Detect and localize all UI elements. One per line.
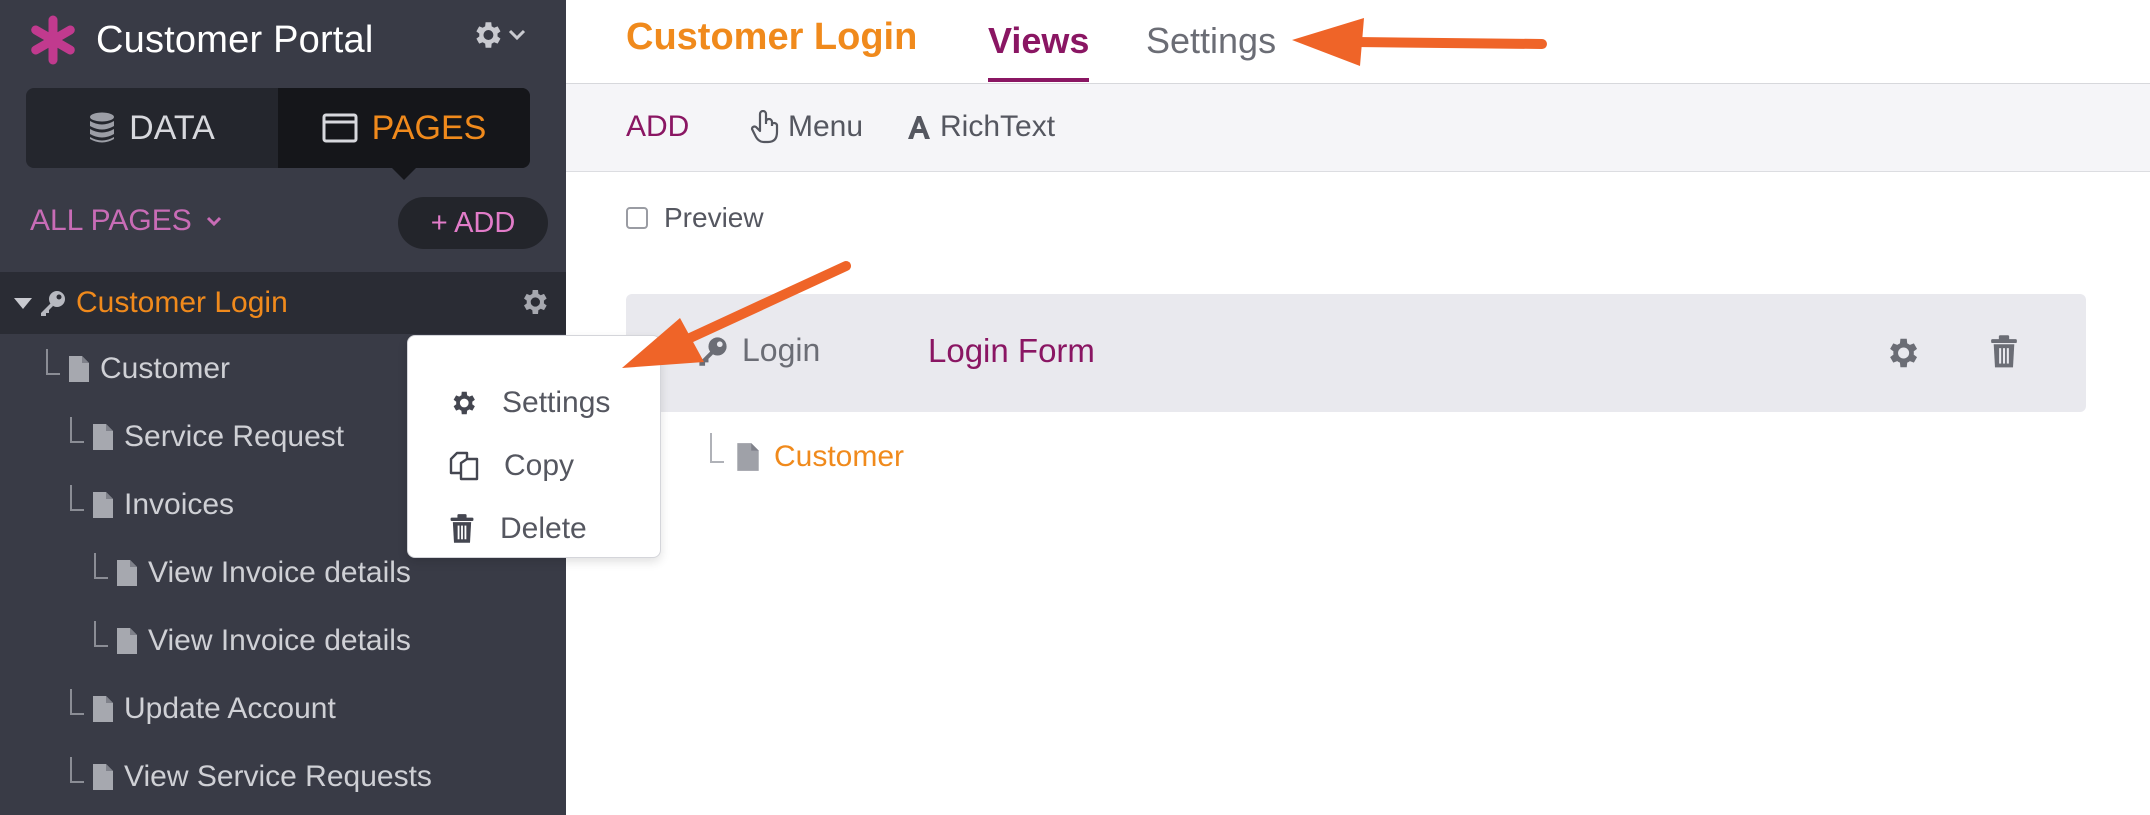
tree-item-label: Invoices	[124, 488, 235, 521]
chevron-down-icon	[508, 29, 526, 41]
tree-connector	[70, 689, 84, 715]
tree-item-label: Service Request	[124, 420, 345, 453]
view-type: Login	[696, 332, 820, 369]
font-a-icon	[908, 116, 930, 139]
tab-views[interactable]: Views	[988, 20, 1090, 82]
context-menu-label: Copy	[504, 449, 575, 482]
add-toolbar: ADD Menu RichText	[566, 84, 2150, 172]
database-icon	[90, 112, 115, 143]
tab-settings[interactable]: Settings	[1146, 20, 1276, 82]
data-tab[interactable]: DATA	[26, 88, 278, 168]
tree-item-view-invoice-details[interactable]: View Invoice details	[0, 610, 411, 672]
add-view-button[interactable]: ADD	[626, 110, 689, 144]
key-icon	[699, 336, 727, 366]
gear-icon	[476, 22, 501, 48]
tree-item-update-account[interactable]: Update Account	[0, 678, 336, 740]
preview-checkbox[interactable]: Preview	[626, 202, 764, 234]
tree-item-customer-login[interactable]: Customer Login	[0, 272, 566, 334]
preview-label: Preview	[664, 202, 764, 233]
data-pages-toggle: DATA PAGES	[26, 88, 530, 180]
app-title: Customer Portal	[96, 18, 374, 61]
pointer-hand-icon	[750, 110, 779, 144]
tree-item-view-service-requests[interactable]: View Service Requests	[0, 746, 432, 808]
tree-item-label: Update Account	[124, 692, 336, 725]
app-settings-menu[interactable]	[470, 18, 526, 52]
add-label: ADD	[626, 110, 690, 143]
page-context-menu: Settings Copy Delete	[407, 335, 661, 558]
checkbox[interactable]	[626, 207, 648, 229]
file-icon	[737, 443, 759, 471]
tree-item-label: View Invoice details	[148, 624, 411, 657]
add-menu-button[interactable]: Menu	[750, 110, 863, 144]
add-page-button[interactable]: + ADD	[398, 197, 548, 249]
context-menu-delete[interactable]: Delete	[448, 509, 587, 549]
view-name[interactable]: Login Form	[928, 332, 1095, 370]
data-tab-label: DATA	[129, 108, 215, 147]
key-icon	[41, 291, 65, 316]
gear-icon[interactable]	[518, 286, 550, 318]
trash-icon[interactable]	[1988, 334, 2020, 370]
child-page-label: Customer	[774, 440, 905, 473]
file-icon	[93, 696, 113, 722]
gear-icon[interactable]	[1883, 334, 1921, 372]
tree-item-service-request[interactable]: Service Request	[0, 406, 344, 468]
tree-item-view-invoice-details[interactable]: View Invoice details	[0, 542, 411, 604]
child-page-customer[interactable]: Customer	[710, 433, 905, 474]
tree-connector	[94, 553, 108, 579]
page-title: Customer Login	[626, 16, 918, 58]
pages-tab-label: PAGES	[371, 108, 487, 147]
asterisk-logo-icon	[31, 15, 75, 65]
view-type-label: Login	[742, 332, 821, 368]
richtext-label: RichText	[940, 110, 1056, 143]
tree-item-customer[interactable]: Customer	[0, 338, 230, 400]
context-menu-label: Settings	[502, 386, 611, 419]
tree-item-label: View Service Requests	[124, 760, 432, 793]
tree-connector	[46, 349, 60, 375]
window-icon	[322, 113, 358, 143]
file-icon	[117, 560, 137, 586]
tree-connector	[70, 417, 84, 443]
file-icon	[93, 764, 113, 790]
file-icon	[93, 424, 113, 450]
file-icon	[117, 628, 137, 654]
tree-connector	[70, 485, 84, 511]
tree-item-invoices[interactable]: Invoices	[0, 474, 234, 536]
context-menu-copy[interactable]: Copy	[448, 446, 574, 486]
chevron-down-icon	[206, 216, 221, 226]
context-menu-settings[interactable]: Settings	[448, 383, 610, 423]
tree-item-label: Customer	[100, 352, 231, 385]
page-header: Customer Login Views Settings	[566, 0, 2150, 84]
tree-connector	[70, 757, 84, 783]
tree-item-label: Customer Login	[76, 286, 288, 319]
add-richtext-button[interactable]: RichText	[906, 110, 1055, 144]
tree-item-label: View Invoice details	[148, 556, 411, 589]
brand: Customer Portal	[28, 12, 374, 68]
pages-tab[interactable]: PAGES	[278, 88, 530, 180]
context-menu-label: Delete	[500, 512, 587, 545]
all-pages-dropdown[interactable]: ALL PAGES	[30, 204, 222, 238]
gear-icon	[453, 391, 475, 415]
all-pages-label: ALL PAGES	[30, 204, 192, 237]
menu-label: Menu	[788, 110, 864, 143]
view-row-login-form[interactable]: Login Login Form	[626, 294, 2086, 412]
tree-connector	[710, 433, 724, 463]
file-icon	[69, 356, 89, 382]
tree-connector	[94, 621, 108, 647]
file-icon	[93, 492, 113, 518]
copy-icon	[449, 451, 479, 481]
caret-down-icon	[14, 297, 32, 309]
trash-icon	[450, 514, 474, 543]
